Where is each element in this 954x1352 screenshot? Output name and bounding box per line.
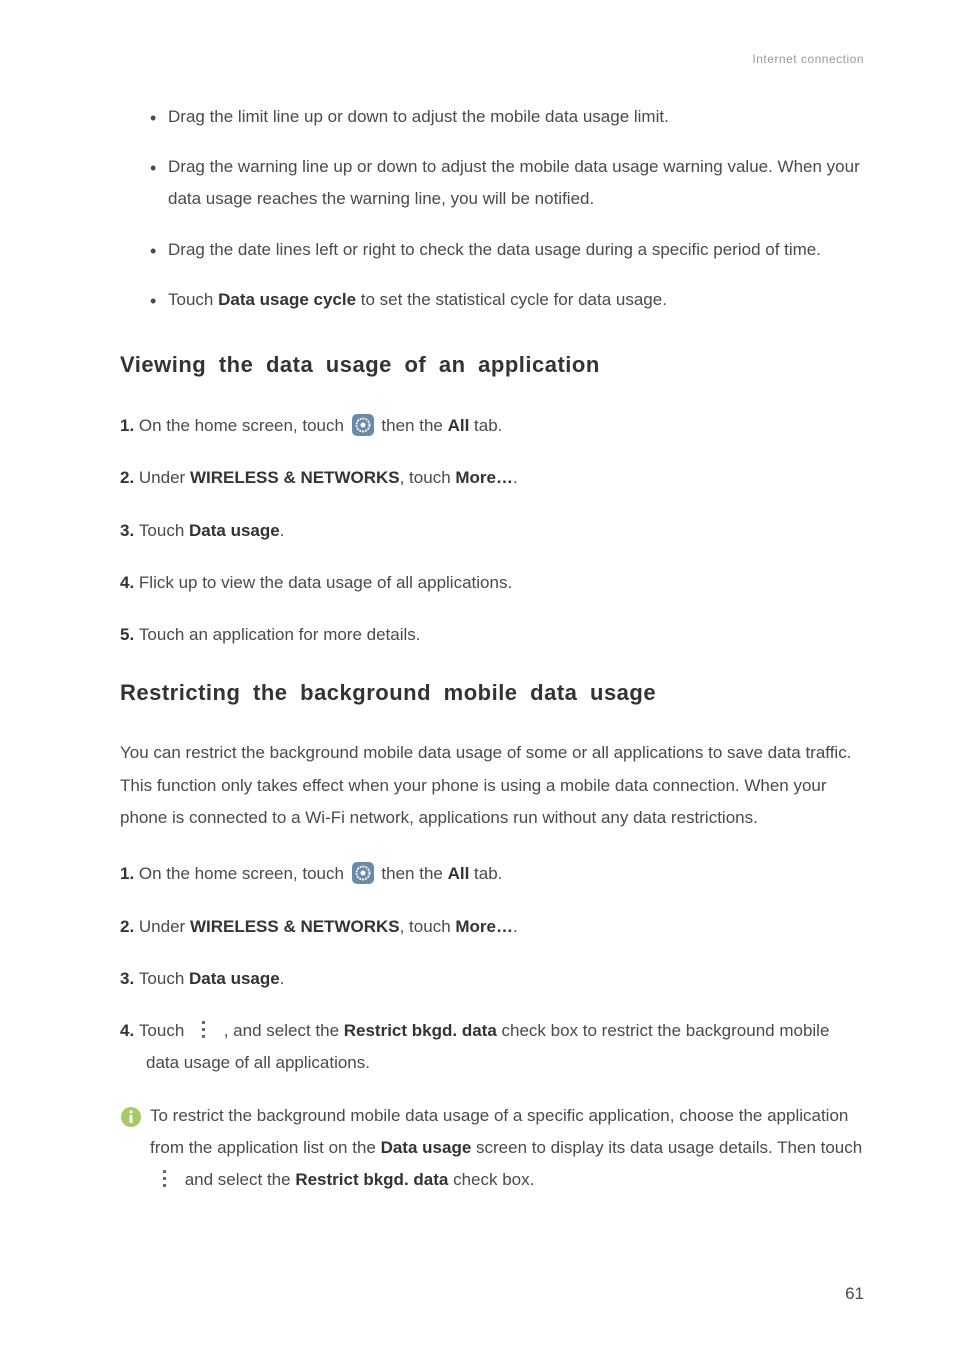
step-list-restrict: 1. On the home screen, touch then the Al… <box>120 858 864 1079</box>
text: Touch <box>139 1021 189 1040</box>
bullet-item: Drag the date lines left or right to che… <box>150 234 864 266</box>
label-data-usage-cycle: Data usage cycle <box>218 290 356 309</box>
bullet-item: Touch Data usage cycle to set the statis… <box>150 284 864 316</box>
step-item: 4. Touch , and select the Restrict bkgd.… <box>120 1015 864 1080</box>
text: . <box>513 468 518 487</box>
step-number: 4. <box>120 573 139 592</box>
bullet-item: Drag the warning line up or down to adju… <box>150 151 864 216</box>
text: screen to display its data usage details… <box>471 1138 862 1157</box>
bullet-list: Drag the limit line up or down to adjust… <box>120 101 864 316</box>
text: Touch an application for more details. <box>139 625 421 644</box>
label-restrict-bkgd-data: Restrict bkgd. data <box>295 1170 448 1189</box>
intro-paragraph: You can restrict the background mobile d… <box>120 737 864 834</box>
text: check box. <box>448 1170 534 1189</box>
label-all-tab: All <box>448 864 470 883</box>
info-note: To restrict the background mobile data u… <box>120 1100 864 1203</box>
step-item: 2. Under WIRELESS & NETWORKS, touch More… <box>120 462 864 494</box>
step-item: 1. On the home screen, touch then the Al… <box>120 410 864 442</box>
step-item: 3. Touch Data usage. <box>120 515 864 547</box>
step-number: 3. <box>120 521 139 540</box>
text: Touch <box>139 521 189 540</box>
label-data-usage: Data usage <box>189 521 280 540</box>
text: then the <box>377 416 448 435</box>
step-item: 3. Touch Data usage. <box>120 963 864 995</box>
step-number: 3. <box>120 969 139 988</box>
text: On the home screen, touch <box>139 416 349 435</box>
text: On the home screen, touch <box>139 864 349 883</box>
label-data-usage: Data usage <box>381 1138 472 1157</box>
info-icon <box>120 1106 142 1128</box>
label-wireless-networks: WIRELESS & NETWORKS <box>190 917 400 936</box>
settings-icon <box>352 862 374 884</box>
step-number: 1. <box>120 864 139 883</box>
page-number: 61 <box>845 1278 864 1310</box>
step-number: 2. <box>120 917 139 936</box>
step-number: 1. <box>120 416 139 435</box>
step-item: 2. Under WIRELESS & NETWORKS, touch More… <box>120 911 864 943</box>
step-list-viewing: 1. On the home screen, touch then the Al… <box>120 410 864 651</box>
text: tab. <box>469 416 502 435</box>
label-restrict-bkgd-data: Restrict bkgd. data <box>344 1021 497 1040</box>
overflow-menu-icon <box>195 1019 213 1041</box>
text: Under <box>139 917 190 936</box>
step-number: 4. <box>120 1021 139 1040</box>
step-number: 5. <box>120 625 139 644</box>
text: then the <box>377 864 448 883</box>
text: . <box>280 521 285 540</box>
label-wireless-networks: WIRELESS & NETWORKS <box>190 468 400 487</box>
label-all-tab: All <box>448 416 470 435</box>
step-item: 4. Flick up to view the data usage of al… <box>120 567 864 599</box>
bullet-item: Drag the limit line up or down to adjust… <box>150 101 864 133</box>
text: to set the statistical cycle for data us… <box>356 290 667 309</box>
text: , touch <box>400 468 456 487</box>
overflow-menu-icon <box>156 1168 174 1190</box>
step-number: 2. <box>120 468 139 487</box>
step-item: 1. On the home screen, touch then the Al… <box>120 858 864 890</box>
text: and select the <box>180 1170 295 1189</box>
label-more: More… <box>455 917 513 936</box>
label-more: More… <box>455 468 513 487</box>
text: Touch <box>168 290 218 309</box>
text: . <box>280 969 285 988</box>
heading-viewing-data-usage: Viewing the data usage of an application <box>120 344 864 386</box>
page-header-category: Internet connection <box>120 48 864 71</box>
text: , touch <box>400 917 456 936</box>
text: tab. <box>469 864 502 883</box>
info-icon-container <box>120 1100 150 1135</box>
text: Flick up to view the data usage of all a… <box>139 573 512 592</box>
settings-icon <box>352 414 374 436</box>
info-note-text: To restrict the background mobile data u… <box>150 1100 864 1203</box>
text: Touch <box>139 969 189 988</box>
label-data-usage: Data usage <box>189 969 280 988</box>
text: . <box>513 917 518 936</box>
heading-restricting-data-usage: Restricting the background mobile data u… <box>120 672 864 714</box>
text: Under <box>139 468 190 487</box>
step-item: 5. Touch an application for more details… <box>120 619 864 651</box>
text: , and select the <box>219 1021 344 1040</box>
